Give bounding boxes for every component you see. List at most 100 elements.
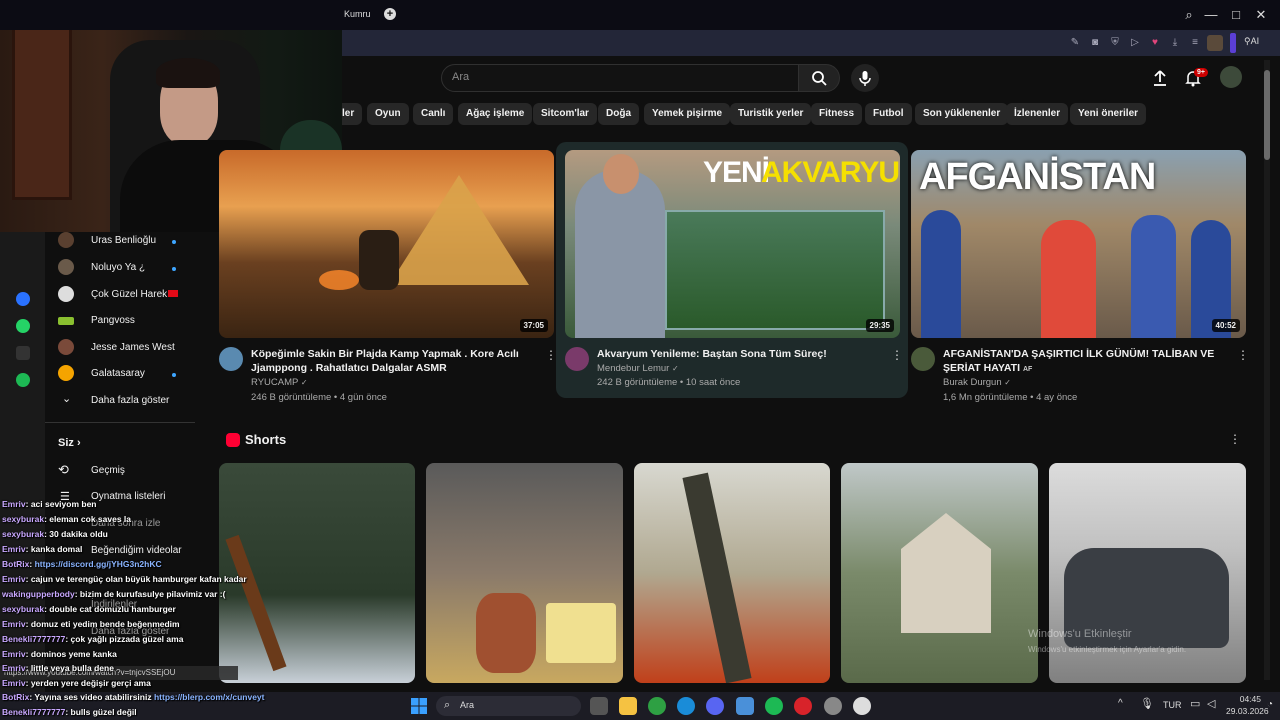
short-thumbnail-2[interactable] [426, 463, 623, 683]
sidebar-sub-jesse[interactable]: Jesse James West [91, 342, 175, 353]
microphone-tray-icon[interactable]: 🎙 [1140, 697, 1154, 710]
video-title-2[interactable]: Akvaryum Yenileme: Baştan Sona Tüm Süreç… [597, 347, 827, 361]
volume-icon[interactable]: ◁ [1207, 697, 1215, 710]
chip-agac-isleme[interactable]: Ağaç işleme [458, 103, 533, 125]
short-thumbnail-3[interactable] [634, 463, 830, 683]
chip-partial[interactable]: ler [342, 103, 363, 125]
video-title-1-line1[interactable]: Köpeğimle Sakin Bir Plajda Kamp Yapmak .… [251, 347, 519, 361]
sidebar-sub-pangvoss[interactable]: Pangvoss [91, 315, 135, 326]
more-options-icon[interactable]: ⋮ [545, 347, 557, 363]
chip-yemek-pisirme[interactable]: Yemek pişirme [644, 103, 731, 125]
chip-son-yuklenenler[interactable]: Son yüklenenler [915, 103, 1009, 125]
video-thumbnail-3[interactable]: AFGANİSTAN 40:52 [911, 150, 1246, 338]
video-thumbnail-2[interactable]: YENİ AKVARYUM 29:35 [565, 150, 900, 338]
chip-oyun[interactable]: Oyun [367, 103, 409, 125]
clock-time[interactable]: 04:45 [1229, 694, 1261, 704]
webcam-hair [156, 58, 220, 88]
taskbar-search[interactable]: ⌕ Ara [436, 696, 581, 716]
spotify-icon[interactable] [16, 373, 30, 387]
spotify-taskbar-icon[interactable] [765, 697, 783, 715]
ai-button[interactable]: ⚲AI [1244, 36, 1259, 47]
chat-message: Benekli7777777: çok yağlı pizzada güzel … [2, 634, 183, 644]
video-title-3-line1[interactable]: AFGANİSTAN'DA ŞAŞIRTICI İLK GÜNÜM! TALİB… [943, 347, 1214, 361]
search-icon [812, 71, 827, 86]
video-title-1-line2[interactable]: Jjamppong . Rahatlatıcı Dalgalar ASMR [251, 361, 447, 375]
channel-name-2[interactable]: Mendebur Lemur ✓ [597, 363, 679, 374]
network-icon[interactable]: ▭ [1190, 697, 1200, 710]
app-icon[interactable] [736, 697, 754, 715]
tray-chevron-icon[interactable]: ^ [1118, 698, 1123, 709]
edit-icon[interactable]: ✎ [1069, 37, 1081, 49]
discord-icon[interactable] [706, 697, 724, 715]
sidebar-show-more[interactable]: Daha fazla göster [91, 395, 169, 406]
language-indicator[interactable]: TUR [1163, 700, 1182, 710]
channel-avatar-1[interactable] [219, 347, 243, 371]
sidebar-sub-uras[interactable]: Uras Benlioğlu [91, 235, 156, 246]
upload-button[interactable] [1152, 69, 1168, 92]
whatsapp-icon[interactable] [16, 319, 30, 333]
channel-name-3[interactable]: Burak Durgun ✓ [943, 377, 1011, 388]
chip-turistik-yerler[interactable]: Turistik yerler [730, 103, 812, 125]
voice-search-button[interactable] [851, 64, 879, 92]
download-icon[interactable]: ⤓ [1169, 37, 1181, 49]
x-icon[interactable] [16, 346, 30, 360]
edge-icon[interactable] [677, 697, 695, 715]
tab-title[interactable]: Kumru [344, 9, 371, 19]
search-tabs-icon[interactable]: ⌕ [1180, 6, 1198, 24]
obs-icon[interactable] [853, 697, 871, 715]
more-options-icon[interactable]: ⋮ [1237, 347, 1249, 363]
windows-start-icon[interactable] [410, 697, 428, 715]
channel-avatar-2[interactable] [565, 347, 589, 371]
shorts-icon [226, 433, 240, 447]
short-thumbnail-1[interactable] [219, 463, 415, 683]
sidebar-you[interactable]: Siz › [58, 437, 81, 449]
search-button[interactable] [798, 64, 840, 92]
chrome-icon[interactable] [648, 697, 666, 715]
video-title-3-line2[interactable]: ŞERİAT HAYATI AF [943, 361, 1032, 377]
chat-text: : little veya bulla dene [25, 663, 114, 673]
clock-date[interactable]: 29.03.2026 [1226, 706, 1269, 716]
sidebar-history[interactable]: Geçmiş [91, 465, 125, 476]
scrollbar-thumb[interactable] [1264, 70, 1270, 160]
chat-link[interactable]: https://blerp.com/x/cunveyt [154, 692, 265, 702]
video-thumbnail-1[interactable]: 37:05 [219, 150, 554, 338]
maximize-button[interactable]: □ [1227, 6, 1245, 24]
search-input[interactable] [441, 64, 799, 92]
chip-doga[interactable]: Doğa [598, 103, 639, 125]
app-icon[interactable] [824, 697, 842, 715]
profile-icon[interactable] [1207, 35, 1223, 51]
chip-izlenenler[interactable]: İzlenenler [1006, 103, 1069, 125]
chip-yeni-oneriler[interactable]: Yeni öneriler [1070, 103, 1147, 125]
sidebar-liked[interactable]: Beğendiğim videolar [91, 545, 182, 556]
menu-icon[interactable]: ≡ [1189, 37, 1201, 49]
more-options-icon[interactable]: ⋮ [891, 347, 903, 363]
sidebar-sub-cok-guzel[interactable]: Çok Güzel Harek... [91, 289, 175, 300]
new-tab-button[interactable]: + [384, 8, 396, 20]
chip-fitness[interactable]: Fitness [811, 103, 863, 125]
opera-gx-icon[interactable] [794, 697, 812, 715]
sidebar-sub-noluyo[interactable]: Noluyo Ya ¿ [91, 262, 145, 273]
task-view-icon[interactable] [590, 697, 608, 715]
chip-canli[interactable]: Canlı [413, 103, 454, 125]
play-icon[interactable]: ▷ [1129, 37, 1141, 49]
shorts-more-icon[interactable]: ⋮ [1229, 431, 1241, 447]
channel-name-1[interactable]: RYUCAMP ✓ [251, 377, 308, 388]
chip-futbol[interactable]: Futbol [865, 103, 912, 125]
short-thumbnail-4[interactable] [841, 463, 1038, 683]
heart-icon[interactable]: ♥ [1149, 37, 1161, 49]
chat-link[interactable]: https://discord.gg/jYHG3n2hKC [35, 559, 162, 569]
file-explorer-icon[interactable] [619, 697, 637, 715]
account-avatar[interactable] [1220, 66, 1242, 88]
minimize-button[interactable]: — [1202, 6, 1220, 24]
close-button[interactable]: ✕ [1252, 6, 1270, 24]
shield-icon[interactable]: ⛨ [1109, 37, 1121, 49]
page-scrollbar[interactable] [1264, 60, 1270, 680]
sidebar-playlists[interactable]: Oynatma listeleri [91, 491, 165, 502]
notification-center-icon[interactable]: ◔ [1267, 699, 1273, 710]
chip-sitcomlar[interactable]: Sitcom'lar [533, 103, 597, 125]
chat-text: : eleman cok saves la [44, 514, 132, 524]
sidebar-sub-galatasaray[interactable]: Galatasaray [91, 368, 145, 379]
messenger-icon[interactable] [16, 292, 30, 306]
channel-avatar-3[interactable] [911, 347, 935, 371]
camera-icon[interactable]: ◙ [1089, 37, 1101, 49]
